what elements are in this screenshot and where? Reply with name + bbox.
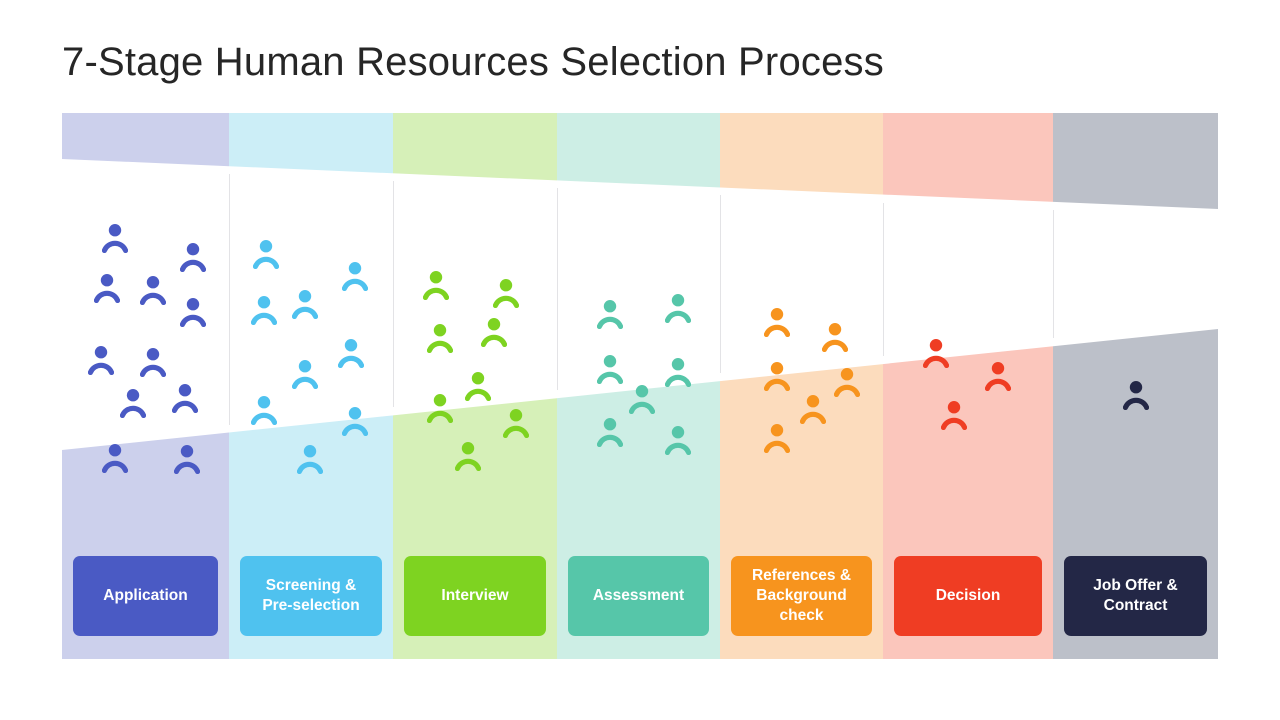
person-icon [180, 242, 206, 273]
person-icon [764, 307, 790, 338]
person-icon [985, 361, 1011, 391]
person-icon [941, 400, 967, 431]
person-icon [1123, 380, 1149, 410]
person-icon [465, 371, 491, 402]
person-icon [140, 275, 166, 306]
stage-button-5[interactable]: References & Background check [731, 556, 872, 636]
stage-button-7[interactable]: Job Offer & Contract [1064, 556, 1207, 636]
slide-canvas: 7-Stage Human Resources Selection Proces… [0, 0, 1280, 720]
person-icon [423, 270, 449, 300]
column-separator-1 [229, 174, 230, 425]
person-icon [427, 393, 453, 423]
stage-button-4[interactable]: Assessment [568, 556, 709, 636]
column-separator-3 [557, 188, 558, 391]
person-icon [764, 361, 790, 392]
column-separator-6 [1053, 209, 1054, 339]
person-icon [251, 295, 277, 326]
person-icon [834, 367, 860, 398]
stage-button-label: Interview [441, 587, 509, 605]
person-icon [342, 261, 368, 292]
person-icon [493, 278, 519, 308]
person-icon [597, 354, 623, 385]
person-icon [665, 425, 691, 456]
stage-button-label: Job Offer & Contract [1093, 577, 1178, 614]
funnel-diagram: Application Screening & Pre-selection Inter… [62, 113, 1218, 659]
person-icon [102, 223, 128, 253]
stage-button-2[interactable]: Screening & Pre-selection [240, 556, 382, 636]
column-separator-5 [883, 202, 884, 357]
person-icon [342, 406, 368, 437]
person-icon [822, 322, 848, 352]
person-icon [292, 359, 318, 389]
person-icon [427, 323, 453, 353]
person-icon [338, 338, 364, 368]
person-icon [140, 347, 166, 378]
person-icon [174, 444, 200, 474]
person-icon [253, 239, 279, 270]
person-icon [923, 338, 949, 369]
person-icon [297, 444, 323, 475]
person-icon [172, 383, 198, 413]
stage-button-6[interactable]: Decision [894, 556, 1042, 636]
stage-button-label: Application [103, 587, 188, 605]
person-icon [800, 394, 826, 424]
person-icon [503, 408, 529, 439]
person-icon [94, 273, 120, 304]
stage-button-label: Assessment [592, 587, 685, 605]
stage-button-3[interactable]: Interview [404, 556, 546, 636]
column-separator-2 [393, 181, 394, 408]
person-icon [455, 441, 481, 471]
person-icon [292, 289, 318, 319]
stage-button-1[interactable]: Application [73, 556, 218, 636]
person-icon [88, 345, 114, 376]
person-icon [251, 395, 277, 426]
person-icon [597, 417, 623, 448]
person-icon [629, 384, 655, 414]
person-icon [102, 443, 128, 473]
person-icon [120, 388, 146, 418]
person-icon [481, 317, 507, 348]
column-separator-4 [720, 195, 721, 374]
person-icon [764, 423, 790, 454]
person-icon [665, 357, 691, 388]
page-title: 7-Stage Human Resources Selection Proces… [62, 40, 884, 84]
stage-button-label: References & Background check [751, 567, 852, 624]
stage-button-label: Screening & Pre-selection [262, 577, 360, 614]
person-icon [665, 293, 691, 324]
person-icon [597, 299, 623, 330]
stage-button-label: Decision [935, 587, 1001, 605]
person-icon [180, 297, 206, 328]
